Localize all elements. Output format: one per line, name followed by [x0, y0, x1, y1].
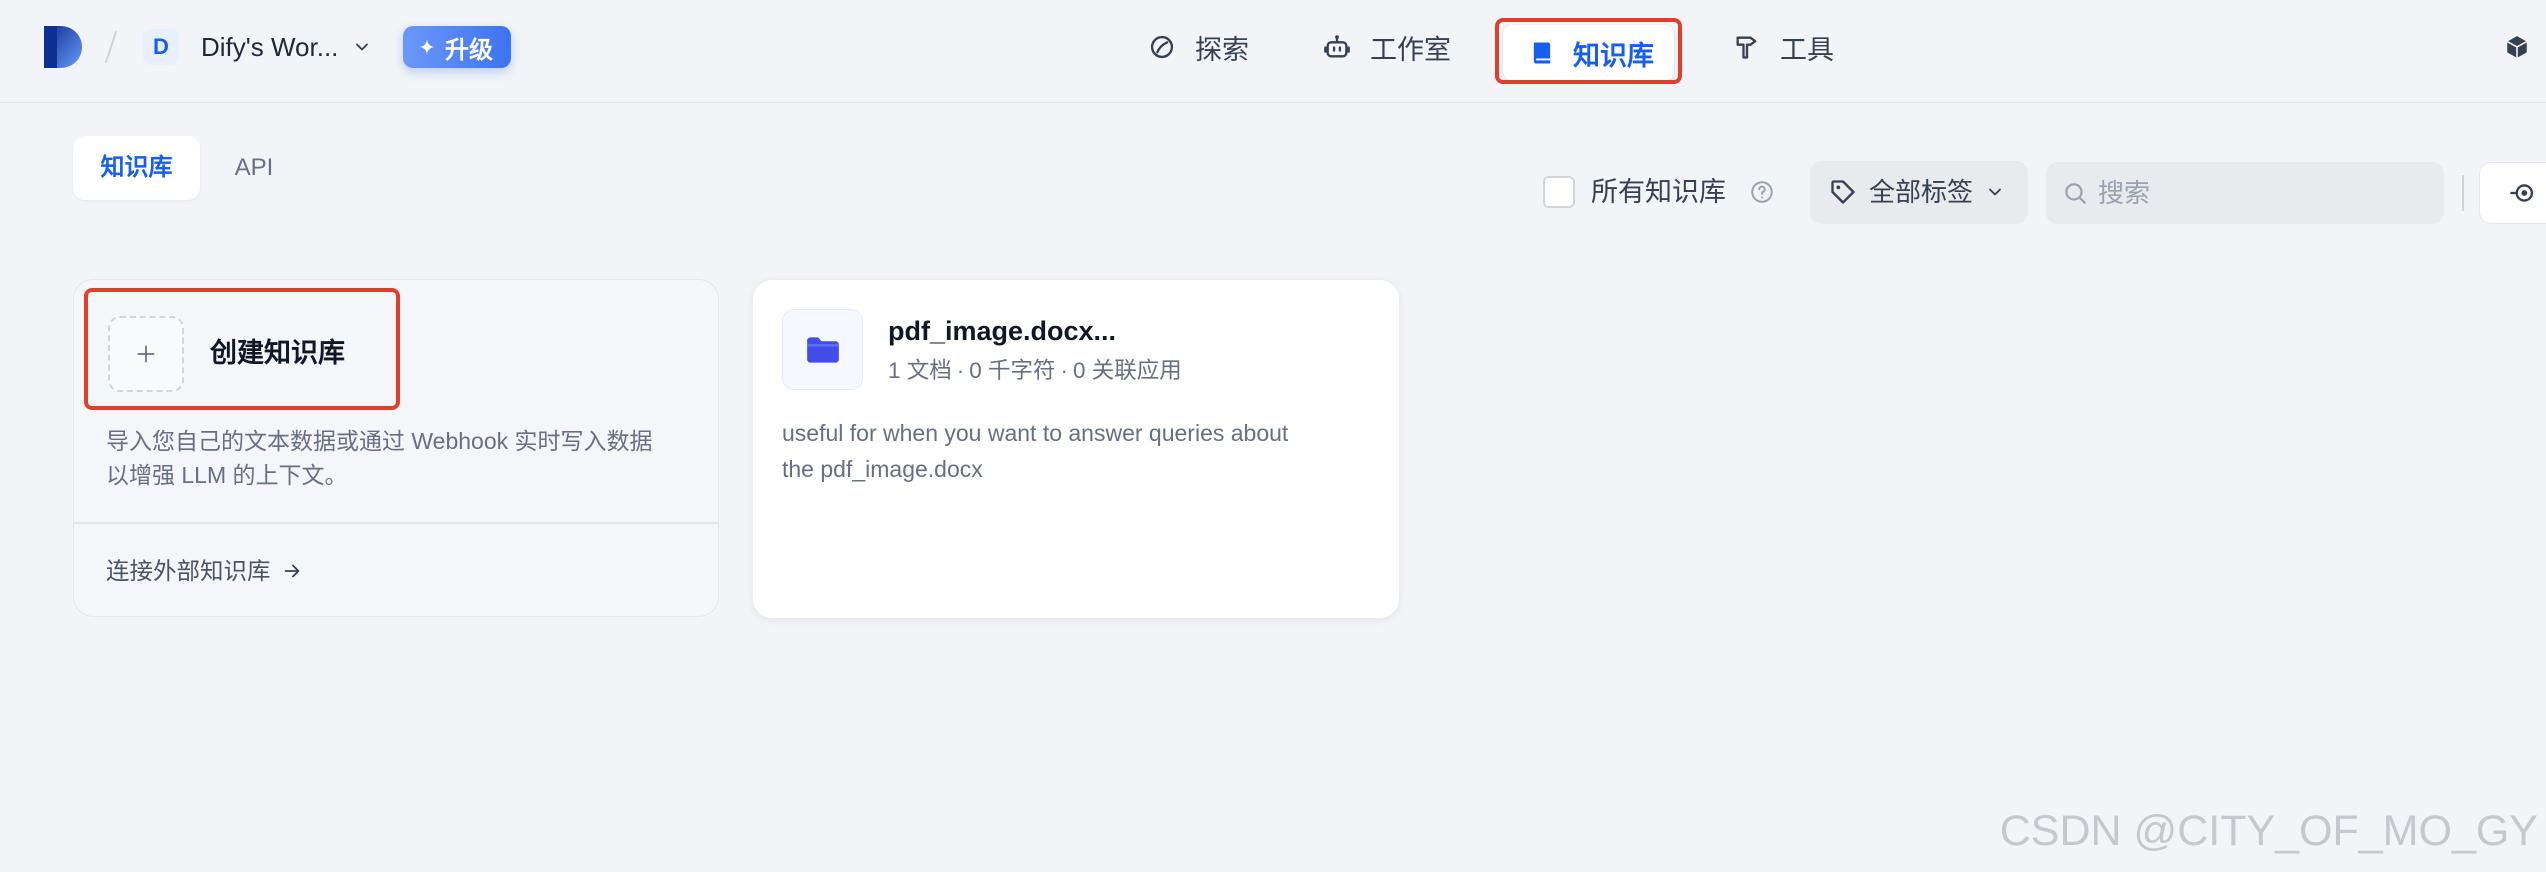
- external-api-button[interactable]: [2479, 162, 2546, 224]
- question-circle-icon[interactable]: [1749, 179, 1775, 205]
- nav-knowledge-label: 知识库: [1573, 40, 1654, 71]
- create-knowledge-description-line: 以增强 LLM 的上下文。: [106, 462, 348, 488]
- nav-studio-label: 工作室: [1370, 34, 1451, 65]
- dataset-app-count: 0 关联应用: [1073, 358, 1182, 383]
- upgrade-label: 升级: [445, 36, 493, 64]
- api-connection-icon: [2510, 184, 2534, 202]
- all-datasets-checkbox[interactable]: [1543, 176, 1575, 208]
- arrow-right-icon: [284, 564, 299, 578]
- tab-api[interactable]: API: [218, 136, 290, 200]
- create-knowledge-description-line: 导入您自己的文本数据或通过 Webhook 实时写入数据: [106, 428, 653, 454]
- cube-icon[interactable]: [2504, 34, 2530, 60]
- dataset-char-count: 0 千字符: [969, 358, 1056, 383]
- chevron-down-icon: [1989, 188, 2001, 196]
- dataset-meta: 1 文档 · 0 千字符 · 0 关联应用: [888, 355, 1182, 387]
- dataset-icon-box: [782, 309, 863, 390]
- top-header: D Dify's Wor... 升级 探索 工作室 知识库 工具: [0, 0, 2546, 103]
- watermark: CSDN @CITY_OF_MO_GY: [1999, 807, 2538, 855]
- nav-explore-label: 探索: [1195, 34, 1249, 65]
- create-knowledge-card: 创建知识库 导入您自己的文本数据或通过 Webhook 实时写入数据 以增强 L…: [73, 279, 719, 617]
- workspace-switcher[interactable]: Dify's Wor...: [201, 30, 372, 64]
- explore-icon: [1150, 35, 1174, 59]
- card-divider: [74, 522, 718, 524]
- toolbar-divider: [2462, 175, 2464, 211]
- dataset-card[interactable]: pdf_image.docx... 1 文档 · 0 千字符 · 0 关联应用 …: [752, 279, 1400, 619]
- meta-separator: ·: [1060, 358, 1069, 383]
- upgrade-button[interactable]: 升级: [403, 26, 511, 68]
- create-knowledge-plus-button[interactable]: [108, 316, 184, 392]
- search-icon: [2065, 183, 2086, 204]
- tab-knowledge[interactable]: 知识库: [73, 136, 200, 200]
- search-input[interactable]: [2098, 162, 2428, 224]
- nav-knowledge[interactable]: 知识库: [1503, 25, 1674, 81]
- tags-filter-dropdown[interactable]: 全部标签: [1810, 161, 2028, 224]
- chevron-down-icon: [356, 43, 369, 51]
- tags-filter-label: 全部标签: [1869, 177, 1974, 207]
- connect-external-knowledge-link[interactable]: 连接外部知识库: [106, 553, 303, 589]
- meta-separator: ·: [956, 358, 965, 383]
- robot-icon: [1324, 35, 1350, 58]
- nav-explore[interactable]: 探索: [1148, 27, 1249, 67]
- tag-icon: [1831, 180, 1855, 204]
- dify-logo-icon[interactable]: [44, 26, 82, 68]
- plus-icon: [137, 345, 155, 363]
- nav-studio[interactable]: 工作室: [1323, 27, 1451, 67]
- nav-tools-label: 工具: [1780, 34, 1834, 65]
- all-datasets-label[interactable]: 所有知识库: [1591, 174, 1726, 210]
- folder-icon: [806, 336, 839, 363]
- hammer-icon: [1736, 36, 1757, 59]
- dataset-description-line: the pdf_image.docx: [782, 456, 983, 482]
- book-icon: [1533, 42, 1551, 64]
- dataset-name: pdf_image.docx...: [888, 316, 1117, 346]
- nav-tools[interactable]: 工具: [1733, 27, 1834, 67]
- connect-external-label: 连接外部知识库: [106, 558, 271, 584]
- sparkle-icon: [419, 39, 435, 55]
- dataset-description-line: useful for when you want to answer queri…: [782, 420, 1289, 446]
- dataset-doc-count: 1 文档: [888, 358, 952, 383]
- breadcrumb-slash: [105, 31, 117, 63]
- create-knowledge-title[interactable]: 创建知识库: [210, 336, 345, 370]
- workspace-avatar[interactable]: D: [143, 29, 179, 65]
- search-box: [2046, 162, 2444, 224]
- workspace-name: Dify's Wor...: [201, 32, 339, 62]
